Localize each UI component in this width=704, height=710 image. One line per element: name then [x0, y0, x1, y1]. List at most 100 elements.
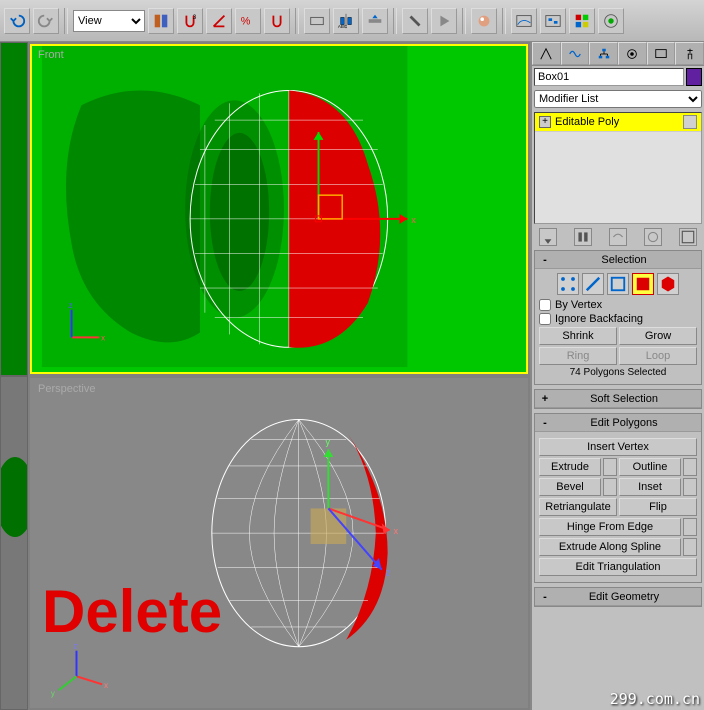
- insert-vertex-button[interactable]: Insert Vertex: [539, 438, 697, 456]
- rollout-edit-polygons: -Edit Polygons Insert Vertex Extrude Outl…: [534, 413, 702, 583]
- outline-settings[interactable]: [683, 458, 697, 476]
- inset-settings[interactable]: [683, 478, 697, 496]
- ignore-backfacing-row: Ignore Backfacing: [539, 313, 697, 325]
- rollout-header-edit-polygons[interactable]: -Edit Polygons: [535, 414, 701, 432]
- extrude-along-spline-button[interactable]: Extrude Along Spline: [539, 538, 681, 556]
- hinge-from-edge-button[interactable]: Hinge From Edge: [539, 518, 681, 536]
- subobj-vertex[interactable]: [557, 273, 579, 295]
- collapse-icon: -: [539, 591, 551, 603]
- rollout-selection: -Selection By Vertex Ignore Backfacing S…: [534, 250, 702, 385]
- rollout-header-soft-selection[interactable]: +Soft Selection: [535, 390, 701, 408]
- by-vertex-row: By Vertex: [539, 299, 697, 311]
- schematic-view-button[interactable]: [540, 8, 566, 34]
- object-name-input[interactable]: [534, 68, 684, 86]
- perspective-viewport-content: x y z x z y: [32, 380, 526, 706]
- redo-button[interactable]: [33, 8, 59, 34]
- material-editor-button[interactable]: [471, 8, 497, 34]
- modifier-stack[interactable]: + Editable Poly: [534, 112, 702, 224]
- bevel-settings[interactable]: [603, 478, 617, 496]
- front-viewport-content: x x z: [32, 46, 526, 372]
- svg-text:z: z: [69, 301, 73, 310]
- modifier-list-dropdown[interactable]: Modifier List: [534, 90, 702, 108]
- viewports-container: Front: [28, 42, 530, 710]
- svg-text:ABC: ABC: [338, 24, 348, 29]
- viewport-label: Perspective: [38, 383, 95, 395]
- show-result-button[interactable]: [574, 228, 592, 246]
- loop-button[interactable]: Loop: [619, 347, 697, 365]
- svg-text:x: x: [394, 526, 399, 536]
- spinner-snap-toggle[interactable]: [264, 8, 290, 34]
- ignore-backfacing-checkbox[interactable]: [539, 313, 551, 325]
- subobject-row: [539, 273, 697, 295]
- viewport-fragment-top[interactable]: [0, 42, 28, 376]
- tab-display[interactable]: [647, 42, 676, 65]
- edit-triangulation-button[interactable]: Edit Triangulation: [539, 558, 697, 576]
- viewport-fragment-bottom[interactable]: [0, 376, 28, 710]
- extrude-settings[interactable]: [603, 458, 617, 476]
- ring-button[interactable]: Ring: [539, 347, 617, 365]
- render-button[interactable]: [598, 8, 624, 34]
- subobj-element[interactable]: [657, 273, 679, 295]
- panel-tabs: [532, 42, 704, 66]
- svg-text:y: y: [51, 689, 55, 698]
- mirror-button[interactable]: ABC: [333, 8, 359, 34]
- svg-text:x: x: [101, 333, 105, 342]
- select-filter-button[interactable]: [148, 8, 174, 34]
- tab-create[interactable]: [532, 42, 561, 65]
- tab-utilities[interactable]: [675, 42, 704, 65]
- inset-button[interactable]: Inset: [619, 478, 681, 496]
- stack-buttons: [532, 226, 704, 248]
- modifier-name: Editable Poly: [555, 116, 619, 128]
- bevel-button[interactable]: Bevel: [539, 478, 601, 496]
- tab-modify[interactable]: [561, 42, 590, 65]
- selection-status: 74 Polygons Selected: [539, 367, 697, 378]
- separator: [393, 8, 397, 34]
- subobj-edge[interactable]: [582, 273, 604, 295]
- object-color-swatch[interactable]: [686, 68, 702, 86]
- extrude-spline-settings[interactable]: [683, 538, 697, 556]
- left-viewport-strip: [0, 42, 28, 710]
- svg-text:x: x: [104, 681, 108, 690]
- shrink-button[interactable]: Shrink: [539, 327, 617, 345]
- separator: [502, 8, 506, 34]
- view-select[interactable]: View: [73, 10, 145, 32]
- viewport-perspective[interactable]: Perspective: [30, 378, 528, 708]
- toggle-button-1[interactable]: [402, 8, 428, 34]
- viewport-front[interactable]: Front: [30, 44, 528, 374]
- flip-button[interactable]: Flip: [619, 498, 697, 516]
- rollout-header-edit-geometry[interactable]: -Edit Geometry: [535, 588, 701, 606]
- snap-toggle[interactable]: 3: [177, 8, 203, 34]
- pin-icon[interactable]: [683, 115, 697, 129]
- play-button[interactable]: [431, 8, 457, 34]
- collapse-icon: -: [539, 254, 551, 266]
- command-panel: Modifier List + Editable Poly -Selection: [530, 42, 704, 710]
- object-name-row: [532, 66, 704, 88]
- watermark-text: 299.com.cn: [610, 690, 700, 708]
- percent-snap-toggle[interactable]: %: [235, 8, 261, 34]
- named-selection-button[interactable]: [304, 8, 330, 34]
- pin-stack-button[interactable]: [539, 228, 557, 246]
- by-vertex-checkbox[interactable]: [539, 299, 551, 311]
- configure-sets-button[interactable]: [679, 228, 697, 246]
- tab-motion[interactable]: [618, 42, 647, 65]
- tab-hierarchy[interactable]: [589, 42, 618, 65]
- retriangulate-button[interactable]: Retriangulate: [539, 498, 617, 516]
- grow-button[interactable]: Grow: [619, 327, 697, 345]
- extrude-button[interactable]: Extrude: [539, 458, 601, 476]
- make-unique-button[interactable]: [609, 228, 627, 246]
- outline-button[interactable]: Outline: [619, 458, 681, 476]
- undo-button[interactable]: [4, 8, 30, 34]
- angle-snap-toggle[interactable]: [206, 8, 232, 34]
- subobj-polygon[interactable]: [632, 273, 654, 295]
- expand-icon[interactable]: +: [539, 116, 551, 128]
- subobj-border[interactable]: [607, 273, 629, 295]
- modifier-item-editable-poly[interactable]: + Editable Poly: [535, 113, 701, 132]
- align-button[interactable]: [362, 8, 388, 34]
- hinge-settings[interactable]: [683, 518, 697, 536]
- rollout-header-selection[interactable]: -Selection: [535, 251, 701, 269]
- curve-editor-button[interactable]: [511, 8, 537, 34]
- remove-modifier-button[interactable]: [644, 228, 662, 246]
- separator: [462, 8, 466, 34]
- main-toolbar: View 3 % ABC: [0, 0, 704, 42]
- layer-manager-button[interactable]: [569, 8, 595, 34]
